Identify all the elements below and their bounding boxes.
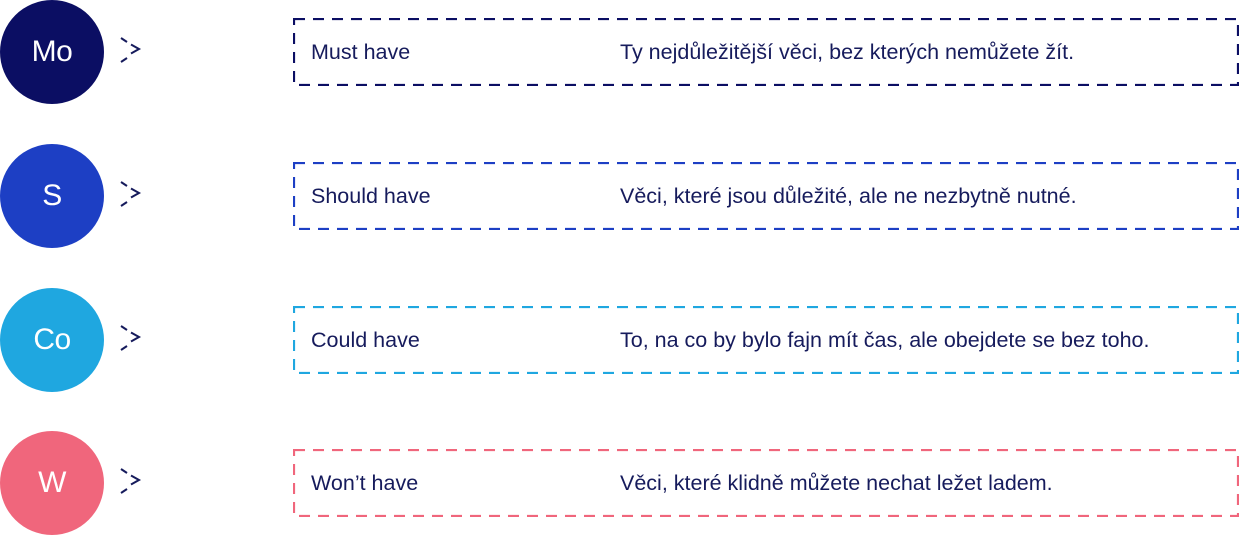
row-should: S Should have Věci, které jsou důležité,… [0, 144, 1240, 248]
must-abbr: Mo [31, 35, 73, 68]
wont-description: Věci, které klidně můžete nechat ležet l… [620, 471, 1053, 495]
chevron-right-icon [120, 37, 142, 63]
should-label: Should have [311, 184, 431, 208]
wont-label: Won’t have [311, 471, 419, 495]
could-circle: Co [0, 288, 104, 392]
chevron-right-icon [120, 468, 142, 494]
must-label: Must have [311, 40, 411, 64]
could-description: To, na co by bylo fajn mít čas, ale obej… [620, 328, 1150, 352]
row-must: Mo Must have Ty nejdůležitější věci, bez… [0, 0, 1240, 104]
wont-circle: W [0, 431, 104, 535]
must-description: Ty nejdůležitější věci, bez kterých nemů… [620, 40, 1075, 64]
should-description: Věci, které jsou důležité, ale ne nezbyt… [620, 184, 1077, 208]
chevron-right-icon [120, 325, 142, 351]
should-circle: S [0, 144, 104, 248]
chevron-right-icon [120, 181, 142, 207]
row-wont: W Won’t have Věci, které klidně můžete n… [0, 431, 1240, 535]
could-abbr: Co [33, 323, 71, 356]
should-abbr: S [42, 179, 62, 212]
must-circle: Mo [0, 0, 104, 104]
could-label: Could have [311, 328, 420, 352]
row-could: Co Could have To, na co by bylo fajn mít… [0, 288, 1240, 392]
wont-abbr: W [38, 466, 66, 499]
